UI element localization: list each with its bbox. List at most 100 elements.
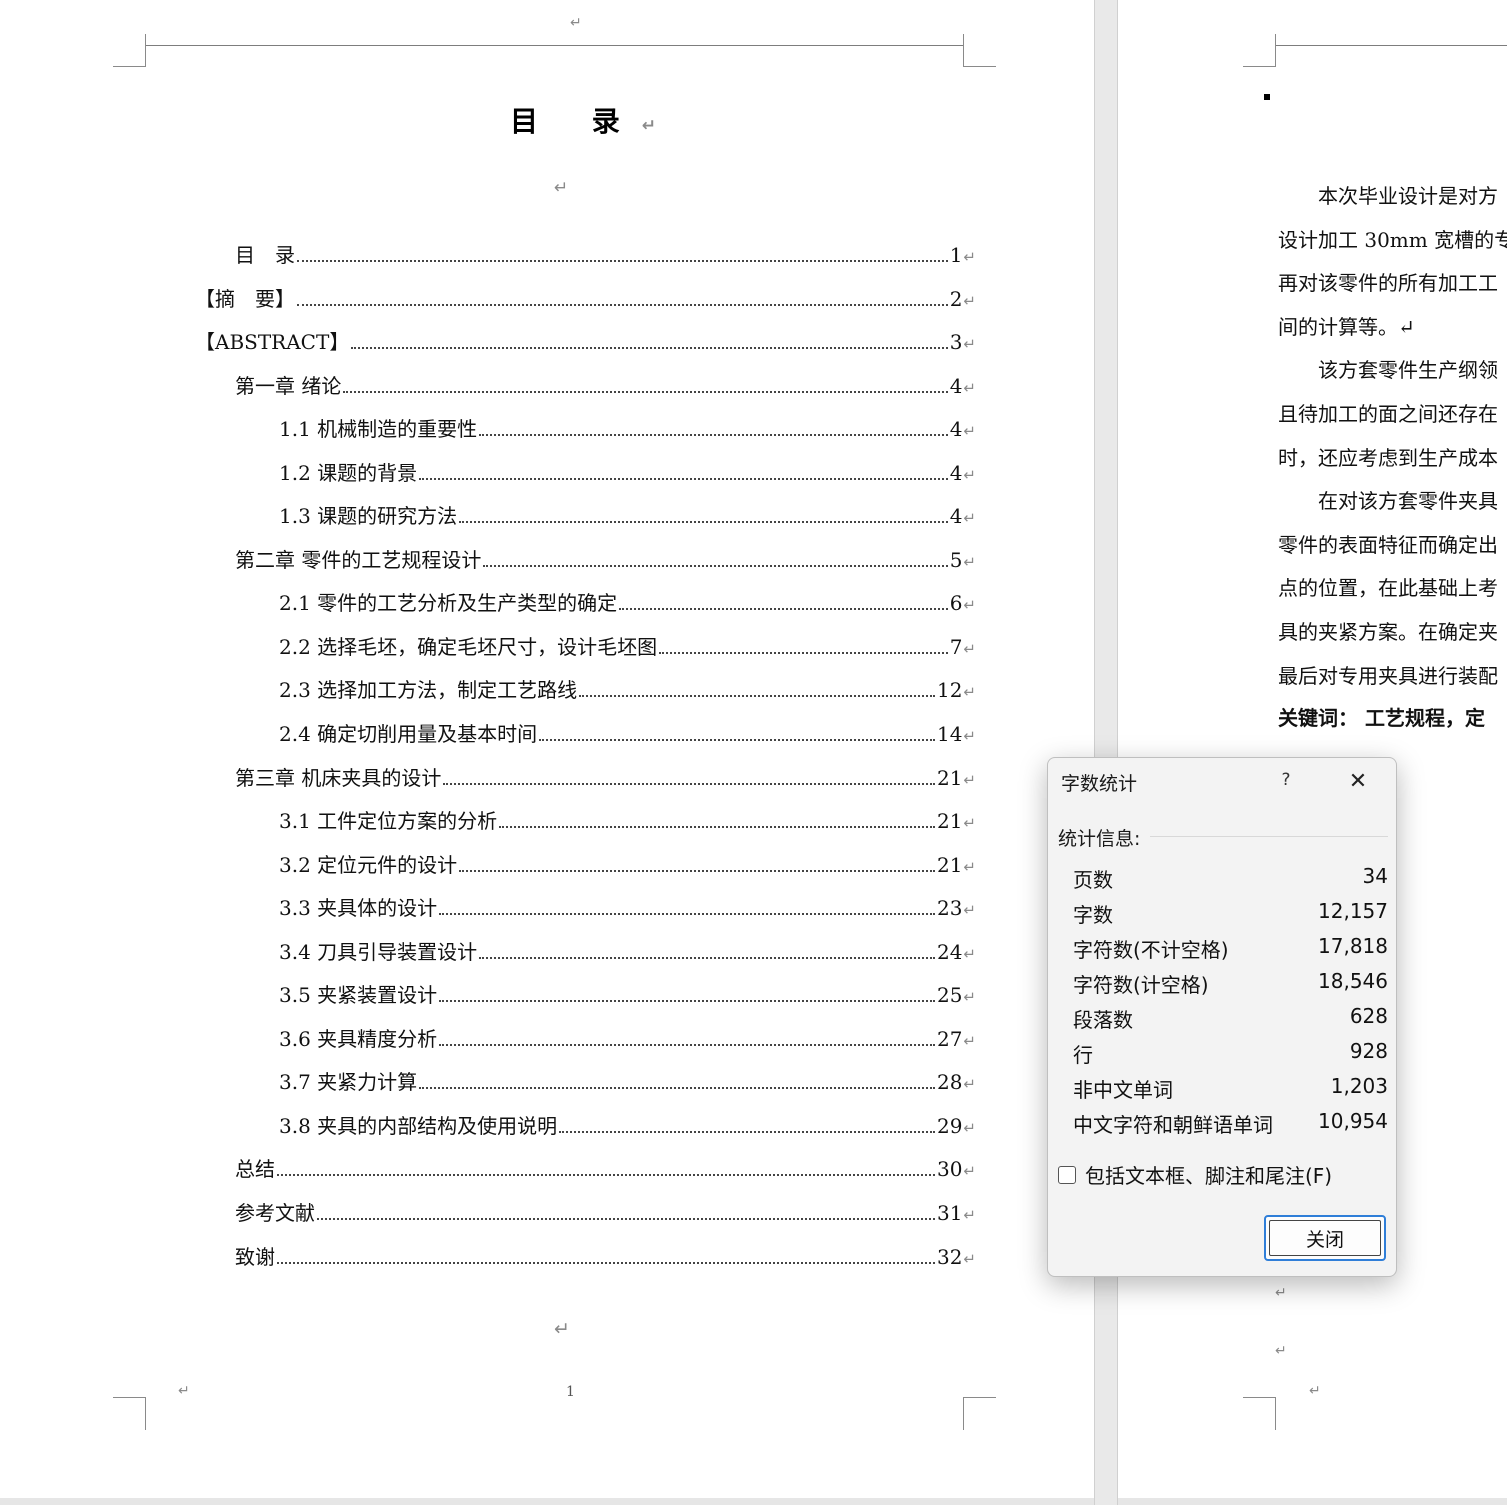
toc-entry-page: 21 (936, 766, 963, 790)
stat-value: 1,203 (1330, 1074, 1388, 1098)
toc-entry[interactable]: 1.1 机械制造的重要性 4 ↵ (279, 413, 976, 441)
return-mark: ↵ (963, 814, 976, 832)
toc-entry[interactable]: 3.1 工件定位方案的分析 21 ↵ (279, 805, 976, 833)
toc-entry[interactable]: 总结 30 ↵ (235, 1153, 976, 1181)
toc-leader-dots (419, 477, 948, 480)
toc-entry-page: 12 (936, 678, 963, 702)
toc-entry[interactable]: 致谢 32 ↵ (235, 1241, 976, 1269)
keywords-line: 关键词： 工艺规程，定 (1278, 706, 1485, 730)
toc-entry-label: 【摘 要】 (195, 287, 295, 311)
abstract-line: 本次毕业设计是对方 (1278, 184, 1498, 208)
crop-mark (963, 34, 996, 67)
toc-entry[interactable]: 3.8 夹具的内部结构及使用说明 29 ↵ (279, 1110, 976, 1138)
document-page-1[interactable]: ↵ ↵ 目 录↵ 目 录 1 ↵ 【摘 要】 2 ↵ 【ABSTRACT】 3 ↵ 第一章 绪论 4… (0, 0, 1094, 1498)
toc-entry[interactable]: 3.7 夹紧力计算 28 ↵ (279, 1066, 976, 1094)
toc-entry-label: 1.1 机械制造的重要性 (279, 417, 478, 441)
toc-entry-page: 14 (936, 722, 963, 746)
return-mark: ↵ (963, 1032, 976, 1050)
close-button[interactable]: 关闭 (1264, 1215, 1386, 1261)
toc-entry-page: 3 (949, 330, 963, 354)
section-divider (1150, 836, 1388, 837)
dialog-title: 字数统计 (1061, 773, 1138, 795)
word-count-dialog: 字数统计 ? ✕ 统计信息: 页数 34 字数 12,157 字符数(不计空格) 17,8… (1047, 757, 1397, 1277)
toc-leader-dots (343, 390, 948, 393)
include-textboxes-checkbox[interactable]: 包括文本框、脚注和尾注(F) (1058, 1160, 1332, 1189)
toc-entry-label: 【ABSTRACT】 (195, 330, 350, 354)
toc-entry[interactable]: 1.3 课题的研究方法 4 ↵ (279, 500, 976, 528)
stat-row: 页数 34 (1073, 864, 1388, 893)
stat-value: 17,818 (1318, 934, 1388, 958)
toc-entry-page: 30 (936, 1157, 963, 1181)
crop-mark (1243, 1397, 1276, 1430)
return-mark: ↵ (1309, 1383, 1321, 1399)
toc-entry-label: 2.3 选择加工方法，制定工艺路线 (279, 678, 578, 702)
toc-leader-dots (539, 738, 935, 741)
stat-label: 段落数 (1073, 1008, 1133, 1032)
crop-mark (1243, 34, 1276, 67)
stat-row: 字符数(不计空格) 17,818 (1073, 934, 1388, 963)
toc-entry[interactable]: 3.2 定位元件的设计 21 ↵ (279, 849, 976, 877)
toc-leader-dots (277, 1173, 935, 1176)
toc-entry[interactable]: 【摘 要】 2 ↵ (195, 283, 976, 311)
return-mark: ↵ (1275, 1285, 1287, 1301)
stat-value: 628 (1349, 1004, 1388, 1028)
toc-entry[interactable]: 【ABSTRACT】 3 ↵ (195, 326, 976, 354)
abstract-line: 设计加工 30mm 宽槽的专 (1278, 227, 1507, 252)
toc-entry-page: 4 (949, 504, 963, 528)
toc-entry[interactable]: 3.3 夹具体的设计 23 ↵ (279, 892, 976, 920)
toc-entry-label: 2.1 零件的工艺分析及生产类型的确定 (279, 591, 618, 615)
return-mark: ↵ (963, 553, 976, 571)
toc-entry[interactable]: 3.6 夹具精度分析 27 ↵ (279, 1023, 976, 1051)
toc-leader-dots (659, 651, 948, 654)
toc-entry[interactable]: 第三章 机床夹具的设计 21 ↵ (235, 762, 976, 790)
toc-leader-dots (443, 782, 935, 785)
toc-leader-dots (439, 999, 935, 1002)
toc-entry[interactable]: 3.5 夹紧装置设计 25 ↵ (279, 979, 976, 1007)
return-mark: ↵ (963, 771, 976, 789)
stat-value: 10,954 (1318, 1109, 1388, 1133)
toc-entry-label: 3.7 夹紧力计算 (279, 1070, 418, 1094)
toc-entry-page: 32 (936, 1245, 963, 1269)
toc-leader-dots (459, 869, 935, 872)
toc-entry[interactable]: 1.2 课题的背景 4 ↵ (279, 457, 976, 485)
header-rule (1276, 45, 1507, 46)
return-mark: ↵ (1275, 1343, 1287, 1359)
toc-entry[interactable]: 3.4 刀具引导装置设计 24 ↵ (279, 936, 976, 964)
toc-entry[interactable]: 2.4 确定切削用量及基本时间 14 ↵ (279, 718, 976, 746)
toc-entry-label: 第三章 机床夹具的设计 (235, 766, 442, 790)
toc-leader-dots (499, 825, 935, 828)
abstract-line: 最后对专用夹具进行装配 (1278, 663, 1498, 688)
toc-entry-page: 24 (936, 940, 963, 964)
toc-entry-label: 2.2 选择毛坯，确定毛坯尺寸，设计毛坯图 (279, 635, 658, 659)
toc-entry[interactable]: 第二章 零件的工艺规程设计 5 ↵ (235, 544, 976, 572)
toc-leader-dots (479, 956, 935, 959)
toc-entry[interactable]: 2.1 零件的工艺分析及生产类型的确定 6 ↵ (279, 587, 976, 615)
toc-entry[interactable]: 目 录 1 ↵ (235, 239, 976, 267)
checkbox-box[interactable] (1058, 1165, 1076, 1184)
return-mark: ↵ (963, 1075, 976, 1093)
toc-leader-dots (559, 1130, 935, 1133)
close-icon[interactable]: ✕ (1341, 766, 1375, 798)
stat-row: 非中文单词 1,203 (1073, 1074, 1388, 1103)
return-mark: ↵ (178, 1383, 190, 1399)
crop-mark (113, 1397, 146, 1430)
toc-title: 目 录↵ (510, 105, 656, 138)
stat-label: 行 (1073, 1043, 1093, 1067)
toc-entry-page: 25 (936, 983, 963, 1007)
toc-entry-page: 2 (949, 287, 963, 311)
toc-entry-page: 7 (949, 635, 963, 659)
toc-entry[interactable]: 2.3 选择加工方法，制定工艺路线 12 ↵ (279, 674, 976, 702)
stat-value: 34 (1362, 864, 1388, 888)
toc-leader-dots (439, 1043, 935, 1046)
toc-entry-label: 参考文献 (235, 1201, 315, 1225)
toc-entry[interactable]: 参考文献 31 ↵ (235, 1197, 976, 1225)
toc-entry-label: 3.8 夹具的内部结构及使用说明 (279, 1114, 558, 1138)
toc-entry[interactable]: 第一章 绪论 4 ↵ (235, 370, 976, 398)
toc-entry-label: 3.2 定位元件的设计 (279, 853, 458, 877)
page-number: 1 (566, 1384, 575, 1400)
return-mark: ↵ (554, 1318, 570, 1340)
toc-entry-page: 4 (949, 374, 963, 398)
toc-entry[interactable]: 2.2 选择毛坯，确定毛坯尺寸，设计毛坯图 7 ↵ (279, 631, 976, 659)
help-icon[interactable]: ? (1271, 770, 1301, 790)
abstract-line: 间的计算等。↵ (1278, 314, 1415, 339)
